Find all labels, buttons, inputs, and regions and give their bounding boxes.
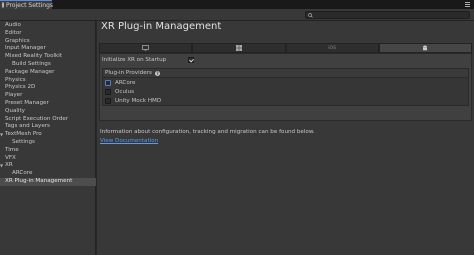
- sidebar-item-script-execution-order[interactable]: Script Execution Order: [0, 116, 96, 124]
- sidebar-item-label: Audio: [5, 22, 21, 28]
- initialize-xr-checkbox[interactable]: [188, 57, 194, 63]
- help-icon[interactable]: ?: [155, 71, 160, 76]
- expand-arrow-icon[interactable]: ▼: [0, 162, 3, 170]
- expand-arrow-icon[interactable]: ▼: [0, 131, 3, 139]
- sidebar-item-label: Editor: [5, 29, 22, 36]
- oculus-checkbox[interactable]: [105, 89, 111, 95]
- sidebar-item-time[interactable]: Time: [0, 147, 96, 155]
- tab-ios[interactable]: iOS: [285, 43, 379, 53]
- sidebar-item-label: VFX: [5, 154, 16, 161]
- monitor-icon: [142, 45, 149, 51]
- kebab-menu-icon[interactable]: [465, 2, 470, 7]
- sidebar-item-player[interactable]: Player: [0, 92, 96, 100]
- sidebar-item-label: XR: [5, 162, 13, 169]
- tab-android[interactable]: [378, 43, 472, 53]
- sidebar-item-preset-manager[interactable]: Preset Manager: [0, 100, 96, 108]
- sidebar-item-graphics[interactable]: Graphics: [0, 38, 96, 46]
- sidebar-item-label: Graphics: [5, 37, 30, 44]
- sidebar-item-label: Build Settings: [12, 61, 51, 67]
- sidebar-item-label: ARCore: [12, 170, 33, 177]
- sidebar-item-xr-plug-in-management[interactable]: XR Plug-in Management: [0, 178, 96, 186]
- xr-plugin-management-panel: XR Plug-in Management iOS Initialize XR …: [97, 21, 474, 255]
- sidebar-item-arcore[interactable]: ARCore: [0, 170, 96, 178]
- platform-tabs: iOS: [99, 43, 472, 53]
- sidebar-item-physics[interactable]: Physics: [0, 77, 96, 85]
- tab-title: Project Settings: [6, 1, 54, 9]
- provider-oculus[interactable]: Oculus: [105, 88, 465, 96]
- sidebar-item-tags-and-layers[interactable]: Tags and Layers: [0, 123, 96, 131]
- android-icon: [423, 45, 428, 51]
- unity-mock-hmd-checkbox[interactable]: [105, 98, 111, 104]
- sidebar-item-settings[interactable]: Settings: [0, 139, 96, 147]
- sidebar-item-label: Script Execution Order: [5, 115, 69, 122]
- settings-sidebar: Audio Editor Graphics Input Manager Mixed Re…: [0, 21, 96, 255]
- sidebar-item-build-settings[interactable]: Build Settings: [0, 61, 96, 69]
- plugin-providers-label: Plug-in Providers: [105, 70, 152, 76]
- sidebar-item-label: Quality: [5, 107, 25, 114]
- info-text: Information about configuration, trackin…: [100, 129, 315, 135]
- android-settings-panel: Initialize XR on Startup Plug-in Provide…: [99, 53, 472, 121]
- toolbar: [0, 9, 474, 21]
- sidebar-item-label: TextMesh Pro: [5, 131, 42, 138]
- unity-mock-hmd-label: Unity Mock HMD: [115, 98, 162, 104]
- sidebar-item-vfx[interactable]: VFX: [0, 155, 96, 163]
- sidebar-item-physics-2d[interactable]: Physics 2D: [0, 84, 96, 92]
- search-input[interactable]: [305, 11, 470, 19]
- sidebar-item-label: Player: [5, 92, 23, 99]
- provider-unity-mock-hmd[interactable]: Unity Mock HMD: [105, 97, 465, 105]
- view-documentation-link[interactable]: View Documentation: [100, 138, 158, 144]
- sidebar-item-editor[interactable]: Editor: [0, 30, 96, 38]
- search-icon: [308, 13, 313, 18]
- sidebar-item-mixed-reality-toolkit[interactable]: Mixed Reality Toolkit: [0, 53, 96, 61]
- provider-arcore[interactable]: ARCore: [105, 79, 465, 87]
- sidebar-item-label: Mixed Reality Toolkit: [5, 53, 63, 60]
- sidebar-item-label: Time: [5, 146, 19, 153]
- sidebar-item-label: Preset Manager: [5, 100, 49, 106]
- sidebar-item-package-manager[interactable]: Package Manager: [0, 69, 96, 77]
- sidebar-item-label: Physics 2D: [5, 84, 36, 91]
- sidebar-item-label: Settings: [12, 139, 35, 145]
- sidebar-item-input-manager[interactable]: Input Manager: [0, 45, 96, 53]
- sidebar-item-label: Physics: [5, 76, 26, 83]
- sidebar-item-label: Tags and Layers: [5, 123, 50, 130]
- plugin-providers-header: Plug-in Providers ?: [103, 69, 468, 78]
- tab-standalone[interactable]: [99, 43, 193, 53]
- sidebar-item-quality[interactable]: Quality: [0, 108, 96, 116]
- oculus-label: Oculus: [115, 89, 135, 95]
- sidebar-item-xr[interactable]: ▼ XR: [0, 162, 96, 170]
- page-title: XR Plug-in Management: [101, 21, 222, 32]
- sidebar-item-label: Package Manager: [5, 68, 55, 75]
- sidebar-item-audio[interactable]: Audio: [0, 22, 96, 30]
- sidebar-item-label: Input Manager: [5, 45, 46, 52]
- arcore-label: ARCore: [115, 80, 136, 86]
- sidebar-item-label: XR Plug-in Management: [5, 178, 73, 184]
- tab-windows[interactable]: [192, 43, 286, 53]
- gear-icon: [2, 2, 4, 8]
- arcore-checkbox[interactable]: [105, 80, 111, 86]
- plugin-providers-box: Plug-in Providers ? ARCore Oculus Unity …: [102, 68, 469, 106]
- project-settings-tab[interactable]: Project Settings: [0, 0, 54, 9]
- ios-icon: iOS: [328, 45, 336, 51]
- window-tab-bar: Project Settings: [0, 0, 474, 9]
- sidebar-item-textmesh-pro[interactable]: ▼ TextMesh Pro: [0, 131, 96, 139]
- initialize-xr-label: Initialize XR on Startup: [102, 57, 167, 63]
- windows-icon: [235, 45, 242, 51]
